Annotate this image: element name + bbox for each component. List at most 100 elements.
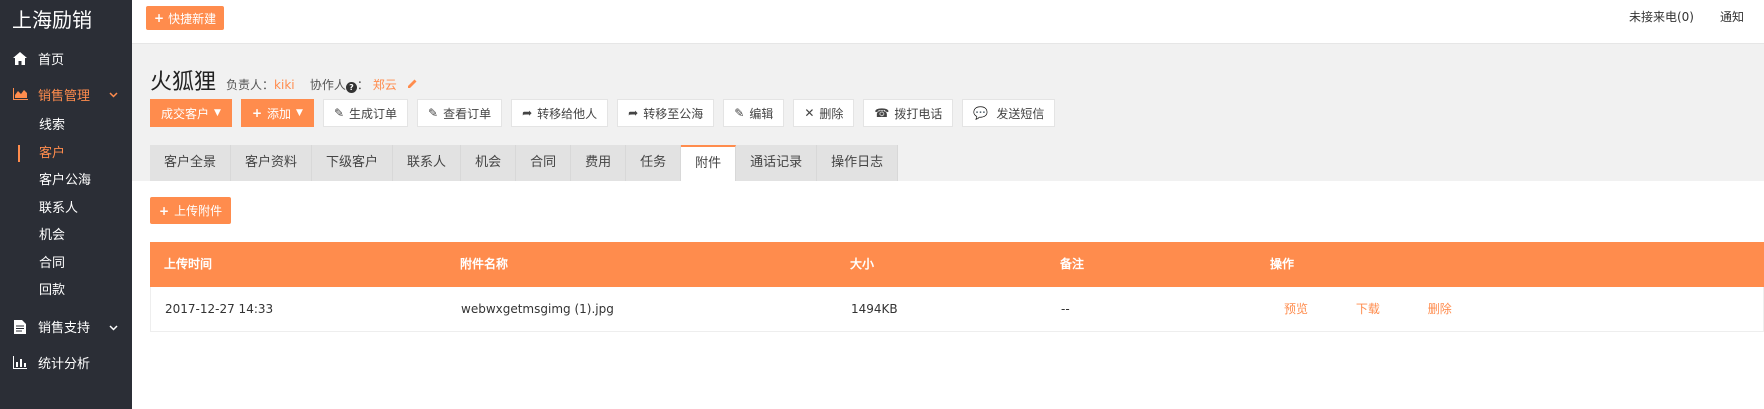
download-link[interactable]: 下载 <box>1356 302 1380 316</box>
quick-new-label: 快捷新建 <box>168 11 217 26</box>
table-row: 2017-12-27 14:33 webwxgetmsgimg (1).jpg … <box>150 287 1764 332</box>
collaborator-label: 协作人 <box>309 78 346 92</box>
owner-label: 负责人： <box>226 78 275 92</box>
upload-label: 上传附件 <box>174 204 223 218</box>
send-sms-button[interactable]: 💬 发送短信 <box>962 99 1056 127</box>
owner-info: 负责人：kiki 协作人?： 郑云 <box>226 76 418 93</box>
edit-label: 编辑 <box>749 106 774 121</box>
table-header: 上传时间 附件名称 大小 备注 操作 <box>150 242 1764 287</box>
tab-contracts[interactable]: 合同 <box>516 145 572 181</box>
tab-customer-info[interactable]: 客户资料 <box>231 145 313 181</box>
chart-icon <box>12 86 28 102</box>
owner-name[interactable]: kiki <box>274 78 295 92</box>
plus-icon: + <box>159 203 170 218</box>
tab-opportunities[interactable]: 机会 <box>461 145 517 181</box>
topbar-right: 未接来电(0) 通知 <box>1629 8 1744 25</box>
chevron-down-icon <box>109 87 118 102</box>
transfer-to-pool-button[interactable]: ➦ 转移至公海 <box>617 99 715 127</box>
add-label: 添加 <box>267 106 292 121</box>
customer-header: 火狐狸 负责人：kiki 协作人?： 郑云 <box>150 64 418 96</box>
tab-operation-log[interactable]: 操作日志 <box>817 145 899 181</box>
edit-icon: ✎ <box>333 106 344 120</box>
add-dropdown[interactable]: + 添加 ▼ <box>240 99 314 127</box>
create-order-label: 生成订单 <box>349 106 398 121</box>
deal-customer-dropdown[interactable]: 成交客户 ▼ <box>150 99 232 127</box>
phone-icon: ☎ <box>874 106 890 120</box>
sidebar-subitem-opportunities[interactable]: 机会 <box>0 222 132 250</box>
bar-chart-icon <box>12 355 28 371</box>
view-order-label: 查看订单 <box>443 106 492 121</box>
header-note: 备注 <box>1060 257 1085 271</box>
sidebar-item-label: 销售支持 <box>38 321 91 336</box>
transfer-other-label: 转移给他人 <box>537 106 598 121</box>
header-actions: 操作 <box>1270 257 1295 271</box>
sidebar-subitem-contacts[interactable]: 联系人 <box>0 195 132 223</box>
preview-link[interactable]: 预览 <box>1284 302 1308 316</box>
action-bar: 成交客户 ▼ + 添加 ▼ ✎ 生成订单 ✎ 查看订单 ➦ 转移给他人 ➦ 转移至公海 ✎ 编… <box>150 99 1056 127</box>
header-upload-time: 上传时间 <box>164 257 213 271</box>
edit-icon: ✎ <box>428 106 439 120</box>
view-order-button[interactable]: ✎ 查看订单 <box>417 99 503 127</box>
tab-sub-customers[interactable]: 下级客户 <box>312 145 394 181</box>
main-content: 火狐狸 负责人：kiki 协作人?： 郑云 成交客户 ▼ + 添加 ▼ ✎ 生成订单 … <box>132 44 1764 409</box>
create-order-button[interactable]: ✎ 生成订单 <box>322 99 409 127</box>
close-icon: ✕ <box>804 106 815 120</box>
help-icon[interactable]: ? <box>345 82 357 93</box>
sidebar-item-sales-management[interactable]: 销售管理 <box>0 76 132 112</box>
chat-icon: 💬 <box>973 106 989 120</box>
edit-icon: ✎ <box>734 106 745 120</box>
cell-size: 1494KB <box>851 302 898 316</box>
deal-label: 成交客户 <box>161 106 210 121</box>
topbar: + 快捷新建 未接来电(0) 通知 <box>132 0 1764 44</box>
sidebar-subitem-contracts[interactable]: 合同 <box>0 250 132 278</box>
sidebar-item-label: 统计分析 <box>38 357 91 372</box>
header-file-name: 附件名称 <box>460 257 509 271</box>
brand-logo: 上海励销 <box>12 8 92 32</box>
delete-link[interactable]: 删除 <box>1428 302 1452 316</box>
quick-new-button[interactable]: + 快捷新建 <box>146 6 225 30</box>
collaborator-name[interactable]: 郑云 <box>373 78 397 92</box>
call-button[interactable]: ☎ 拨打电话 <box>863 99 954 127</box>
document-icon <box>12 319 28 335</box>
detail-tabs: 客户全景 客户资料 下级客户 联系人 机会 合同 费用 任务 附件 通话记录 操… <box>150 145 899 181</box>
sidebar-subitem-customers[interactable]: 客户 <box>0 140 132 168</box>
upload-attachment-button[interactable]: + 上传附件 <box>150 197 232 224</box>
tab-call-records[interactable]: 通话记录 <box>736 145 818 181</box>
sidebar-item-label: 销售管理 <box>38 88 91 104</box>
delete-button[interactable]: ✕ 删除 <box>793 99 855 127</box>
cell-note: -- <box>1061 302 1070 316</box>
tab-overview[interactable]: 客户全景 <box>150 145 232 181</box>
share-icon: ➦ <box>522 106 533 120</box>
tab-expenses[interactable]: 费用 <box>571 145 627 181</box>
caret-down-icon: ▼ <box>214 108 221 118</box>
transfer-pool-label: 转移至公海 <box>643 106 704 121</box>
plus-icon: + <box>251 106 262 120</box>
page-title: 火狐狸 <box>150 70 217 95</box>
sidebar-item-sales-support[interactable]: 销售支持 <box>0 309 132 345</box>
sidebar-item-label: 首页 <box>38 52 65 68</box>
tab-attachments[interactable]: 附件 <box>681 145 737 181</box>
transfer-to-other-button[interactable]: ➦ 转移给他人 <box>511 99 609 127</box>
caret-down-icon: ▼ <box>296 108 303 118</box>
sidebar-subitem-payments[interactable]: 回款 <box>0 277 132 305</box>
delete-label: 删除 <box>819 106 844 121</box>
tab-tasks[interactable]: 任务 <box>626 145 682 181</box>
sidebar-item-home[interactable]: 首页 <box>0 40 132 76</box>
call-label: 拨打电话 <box>894 106 943 121</box>
cell-upload-time: 2017-12-27 14:33 <box>165 302 274 316</box>
sidebar-item-statistics[interactable]: 统计分析 <box>0 345 132 381</box>
chevron-down-icon <box>109 320 118 335</box>
tab-contacts[interactable]: 联系人 <box>393 145 462 181</box>
cell-actions: 预览 下载 删除 <box>1284 287 1496 332</box>
sidebar-subitem-customer-pool[interactable]: 客户公海 <box>0 167 132 195</box>
collaborator-separator: ： <box>356 78 369 92</box>
edit-button[interactable]: ✎ 编辑 <box>723 99 785 127</box>
sms-label: 发送短信 <box>996 106 1045 121</box>
sidebar-subitem-leads[interactable]: 线索 <box>0 112 132 140</box>
attachments-panel: + 上传附件 上传时间 附件名称 大小 备注 操作 2017-12-27 14:… <box>132 181 1764 409</box>
missed-calls-link[interactable]: 未接来电(0) <box>1629 8 1694 25</box>
plus-icon: + <box>154 11 165 25</box>
pencil-icon[interactable] <box>407 78 418 92</box>
notifications-link[interactable]: 通知 <box>1720 8 1744 25</box>
sidebar: 上海励销 首页 销售管理 线索 客户 客户公海 联系人 机会 合同 回款 销售支… <box>0 0 132 409</box>
